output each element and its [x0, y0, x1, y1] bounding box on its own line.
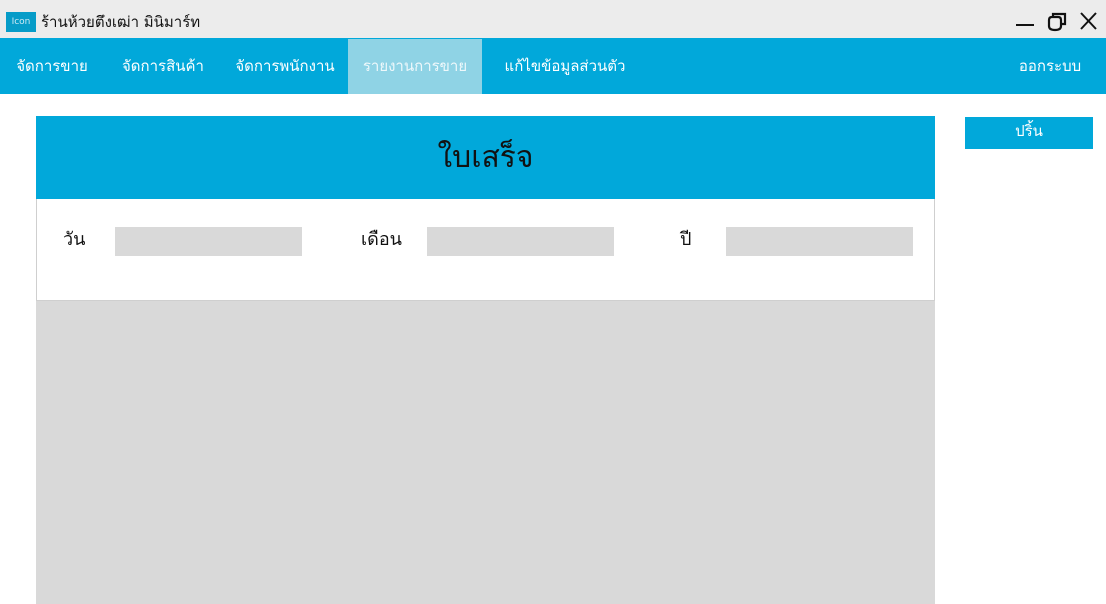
minimize-icon[interactable] [1012, 8, 1038, 34]
day-input[interactable] [115, 227, 302, 256]
nav-employee-management[interactable]: จัดการพนักงาน [222, 39, 348, 94]
nav-sales-report[interactable]: รายงานการขาย [348, 39, 482, 94]
window-title: ร้านห้วยตึงเฒ่า มินิมาร์ท [41, 13, 201, 31]
nav-sales-management[interactable]: จัดการขาย [0, 39, 104, 94]
main-nav: จัดการขาย จัดการสินค้า จัดการพนักงาน ราย… [0, 38, 1106, 94]
title-bar: Icon ร้านห้วยตึงเฒ่า มินิมาร์ท [0, 0, 1106, 38]
restore-icon[interactable] [1044, 8, 1070, 34]
receipt-panel: ใบเสร็จ วัน เดือน ปี [36, 116, 935, 604]
nav-product-management[interactable]: จัดการสินค้า [104, 39, 222, 94]
month-input[interactable] [427, 227, 614, 256]
date-filter: วัน เดือน ปี [36, 199, 935, 301]
year-label: ปี [680, 229, 692, 250]
nav-logout[interactable]: ออกระบบ [1006, 39, 1094, 94]
receipt-title: ใบเสร็จ [437, 140, 534, 175]
nav-edit-profile[interactable]: แก้ไขข้อมูลส่วนตัว [484, 39, 646, 94]
receipt-header: ใบเสร็จ [36, 116, 935, 199]
year-input[interactable] [726, 227, 913, 256]
month-label: เดือน [361, 229, 402, 250]
app-icon: Icon [6, 12, 36, 32]
day-label: วัน [63, 229, 86, 250]
close-icon[interactable] [1075, 8, 1101, 34]
print-button[interactable]: ปริ้น [965, 117, 1093, 149]
